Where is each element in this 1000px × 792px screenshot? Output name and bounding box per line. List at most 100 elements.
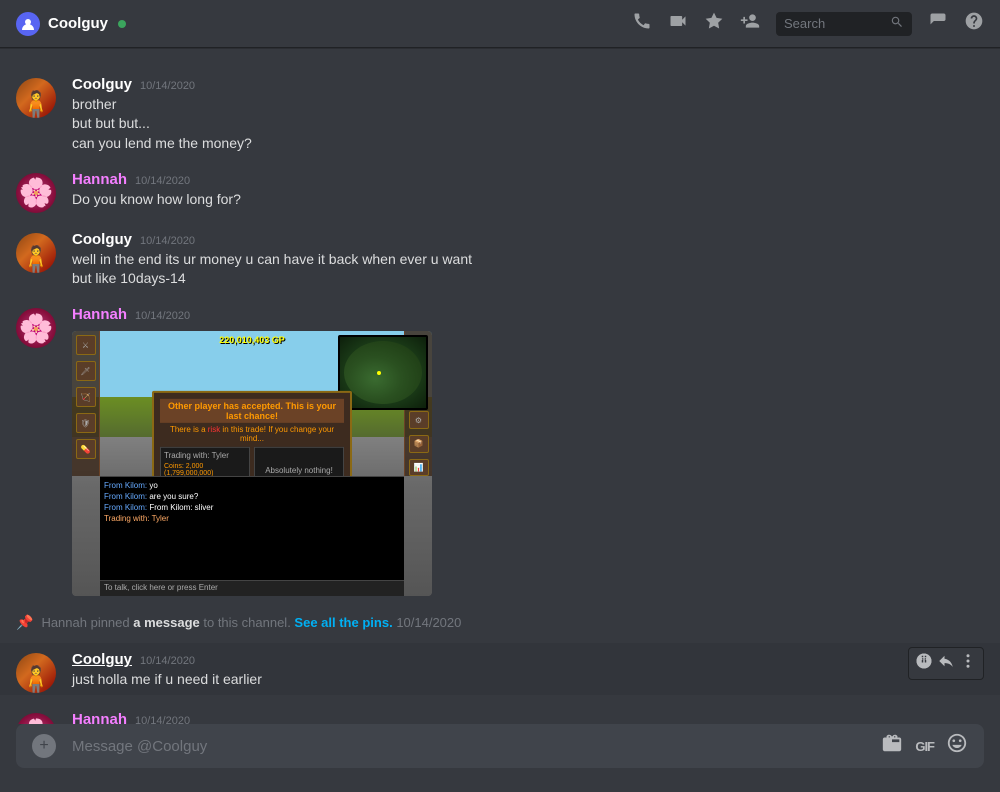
online-status-indicator	[118, 20, 126, 28]
game-right-btn-3: 📊	[409, 459, 429, 477]
inbox-icon[interactable]	[928, 11, 948, 36]
game-btn-1: ⚔	[76, 335, 96, 355]
see-all-pins-link[interactable]: See all the pins.	[294, 615, 392, 630]
message-timestamp-hovered: 10/14/2020	[140, 655, 195, 667]
message-text-2a: Do you know how long for?	[72, 190, 984, 209]
message-header-4: Hannah 10/14/2020	[72, 306, 984, 323]
trade-header: Other player has accepted. This is your …	[160, 399, 344, 423]
game-right-btn-1: ⚙	[409, 411, 429, 429]
message-timestamp-4: 10/14/2020	[135, 310, 190, 322]
message-author-hannah-2: Hannah	[72, 306, 127, 323]
message-group-1: Coolguy 10/14/2020 brother but but but..…	[0, 68, 1000, 155]
message-header-last: Hannah 10/14/2020	[72, 711, 984, 724]
message-group-4: Hannah 10/14/2020 ⚔ 🗡 🏹	[0, 298, 1000, 598]
chat-text-1: From Kilom: yo	[104, 481, 400, 490]
search-placeholder: Search	[784, 16, 886, 31]
message-text-1c: can you lend me the money?	[72, 134, 984, 153]
message-content-1: Coolguy 10/14/2020 brother but but but..…	[72, 76, 984, 153]
message-text-1a: brother	[72, 95, 984, 114]
message-text-hovered: just holla me if u need it earlier	[72, 670, 984, 689]
message-content-hovered: Coolguy 10/14/2020 just holla me if u ne…	[72, 651, 984, 693]
message-group-hovered: Coolguy 10/14/2020 just holla me if u ne…	[0, 643, 1000, 695]
game-right-btn-2: 📦	[409, 435, 429, 453]
nitro-icon[interactable]	[704, 11, 724, 36]
trade-nothing-text: Absolutely nothing!	[258, 466, 340, 475]
message-text-3b: but like 10days-14	[72, 269, 984, 288]
message-content-last: Hannah 10/14/2020 I probably won't	[72, 711, 984, 724]
game-chat-input: To talk, click here or press Enter	[100, 580, 404, 596]
chat-text-2: From Kilom: are you sure?	[104, 492, 400, 501]
message-group-3: Coolguy 10/14/2020 well in the end its u…	[0, 223, 1000, 291]
game-btn-5: 💊	[76, 439, 96, 459]
system-message-text: Hannah pinned a message to this channel.…	[41, 615, 461, 630]
pin-icon: 📌	[16, 614, 33, 631]
add-reaction-hover-icon[interactable]	[915, 652, 933, 675]
help-icon[interactable]	[964, 11, 984, 36]
chat-text-4: Trading with: Tyler	[104, 514, 400, 523]
message-content-2: Hannah 10/14/2020 Do you know how long f…	[72, 171, 984, 213]
message-author-coolguy-1: Coolguy	[72, 76, 132, 93]
add-attachment-button[interactable]: +	[32, 734, 56, 758]
system-timestamp: 10/14/2020	[396, 615, 461, 630]
message-group-last: Hannah 10/14/2020 I probably won't	[0, 703, 1000, 724]
message-timestamp-3: 10/14/2020	[140, 235, 195, 247]
avatar-hannah-last	[16, 713, 56, 724]
more-hover-icon[interactable]	[959, 652, 977, 675]
message-text-3a: well in the end its ur money u can have …	[72, 250, 984, 269]
game-screenshot: ⚔ 🗡 🏹 🛡 💊 ⚙ 📦 📊	[72, 331, 432, 596]
image-attachment: ⚔ 🗡 🏹 🛡 💊 ⚙ 📦 📊	[72, 331, 432, 596]
message-header-1: Coolguy 10/14/2020	[72, 76, 984, 93]
message-text-1b: but but but...	[72, 114, 984, 133]
trade-label-left: Trading with: Tyler	[164, 451, 246, 460]
avatar-hannah-2	[16, 308, 56, 348]
message-input[interactable]	[72, 738, 865, 755]
game-left-sidebar: ⚔ 🗡 🏹 🛡 💊	[72, 331, 100, 476]
message-timestamp-last: 10/14/2020	[135, 715, 190, 724]
gift-icon[interactable]	[881, 732, 903, 760]
message-content-3: Coolguy 10/14/2020 well in the end its u…	[72, 231, 984, 289]
game-gold-amount: 220,010,403 GP	[219, 335, 285, 345]
reply-hover-icon[interactable]	[937, 652, 955, 675]
message-group-2: Hannah 10/14/2020 Do you know how long f…	[0, 163, 1000, 215]
header: Coolguy Search	[0, 0, 1000, 48]
message-author-coolguy-hovered[interactable]: Coolguy	[72, 651, 132, 668]
game-btn-2: 🗡	[76, 361, 96, 381]
messages-area: Coolguy 10/14/2020 brother but but but..…	[0, 48, 1000, 724]
video-icon[interactable]	[668, 11, 688, 36]
message-timestamp-2: 10/14/2020	[135, 175, 190, 187]
gif-icon[interactable]: GIF	[915, 739, 934, 754]
message-header-2: Hannah 10/14/2020	[72, 171, 984, 188]
hover-actions	[908, 647, 984, 680]
message-author-coolguy-2: Coolguy	[72, 231, 132, 248]
avatar-coolguy-1	[16, 78, 56, 118]
message-input-wrapper: + GIF	[16, 724, 984, 768]
channel-name: Coolguy	[48, 15, 108, 32]
input-right-actions: GIF	[881, 732, 968, 760]
search-icon	[890, 15, 904, 32]
message-header-3: Coolguy 10/14/2020	[72, 231, 984, 248]
search-bar[interactable]: Search	[776, 12, 912, 36]
header-actions: Search	[632, 11, 984, 36]
message-content-4: Hannah 10/14/2020 ⚔ 🗡 🏹	[72, 306, 984, 596]
system-message-pinned: 📌 Hannah pinned a message to this channe…	[0, 606, 1000, 639]
system-prefix: Hannah pinned	[41, 615, 133, 630]
emoji-icon[interactable]	[946, 732, 968, 760]
game-btn-3: 🏹	[76, 387, 96, 407]
phone-icon[interactable]	[632, 11, 652, 36]
message-header-hovered: Coolguy 10/14/2020	[72, 651, 984, 668]
system-middle: to this channel.	[200, 615, 295, 630]
header-left: Coolguy	[16, 12, 632, 36]
trade-item-amount: Coins: 2,000 (1,799,000,000)	[164, 463, 246, 477]
message-author-hannah-1: Hannah	[72, 171, 127, 188]
avatar-coolguy-2	[16, 233, 56, 273]
avatar-hannah-1	[16, 173, 56, 213]
message-input-area: + GIF	[0, 724, 1000, 792]
channel-avatar	[16, 12, 40, 36]
message-timestamp-1: 10/14/2020	[140, 80, 195, 92]
chat-text-3: From Kilom: From Kilom: sliver	[104, 503, 400, 512]
avatar-coolguy-hovered	[16, 653, 56, 693]
message-author-hannah-last: Hannah	[72, 711, 127, 724]
messages-list: Coolguy 10/14/2020 brother but but but..…	[0, 48, 1000, 724]
game-btn-4: 🛡	[76, 413, 96, 433]
add-friend-icon[interactable]	[740, 11, 760, 36]
